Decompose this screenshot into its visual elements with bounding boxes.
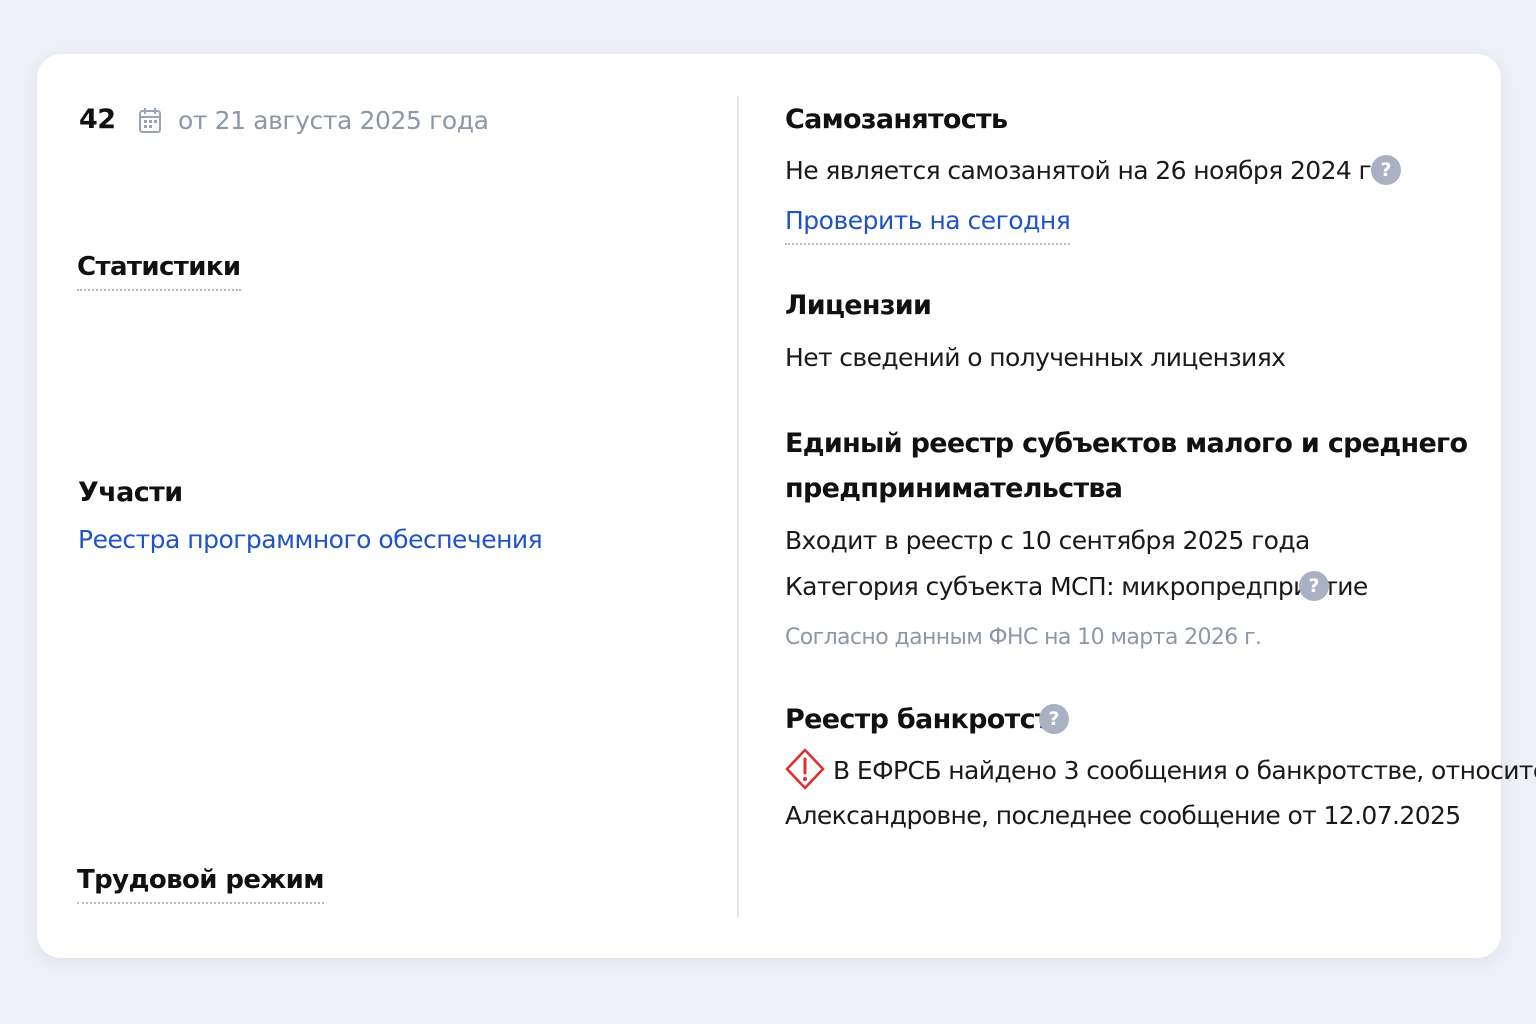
msp-category-help-icon[interactable]: ? (1299, 571, 1329, 601)
check-today-link[interactable]: Проверить на сегодня (785, 206, 1071, 245)
column-divider (737, 96, 739, 918)
self-employment-help-icon[interactable]: ? (1371, 155, 1401, 185)
msp-source-note: Согласно данным ФНС на 10 марта 2026 г. (785, 625, 1262, 650)
licenses-text: Нет сведений о полученных лицензиях (785, 343, 1286, 372)
msp-registry-title-line2: предпринимательства (785, 473, 1123, 504)
msp-registry-entered: Входит в реестр с 10 сентября 2025 года (785, 526, 1310, 555)
record-date: от 21 августа 2025 года (178, 106, 489, 135)
bankruptcy-help-icon[interactable]: ? (1039, 704, 1069, 734)
bankruptcy-message-line2: Александровне, последнее сообщение от 12… (785, 801, 1461, 830)
bankruptcy-message-line1: В ЕФРСБ найдено 3 сообщения о банкротств… (833, 756, 1536, 785)
statistics-toggle[interactable]: Статистики (77, 252, 241, 291)
self-employment-status: Не является самозанятой на 26 ноября 202… (785, 156, 1379, 185)
help-symbol: ? (1308, 575, 1320, 597)
warning-icon (785, 748, 825, 790)
self-employment-title: Самозанятость (785, 104, 1008, 135)
licenses-title: Лицензии (785, 290, 932, 321)
help-symbol: ? (1048, 708, 1060, 730)
record-number: 42 (79, 104, 116, 135)
software-registry-link[interactable]: Реестра программного обеспечения (78, 525, 543, 554)
help-symbol: ? (1380, 159, 1392, 181)
calendar-icon (139, 108, 161, 133)
msp-registry-title-line1: Единый реестр субъектов малого и среднег… (785, 428, 1468, 459)
participation-title: Участи (78, 477, 183, 508)
bankruptcy-title: Реестр банкротств (785, 704, 1067, 735)
labour-mode-toggle[interactable]: Трудовой режим (77, 865, 325, 904)
msp-category: Категория субъекта МСП: микропредприятие (785, 572, 1368, 601)
